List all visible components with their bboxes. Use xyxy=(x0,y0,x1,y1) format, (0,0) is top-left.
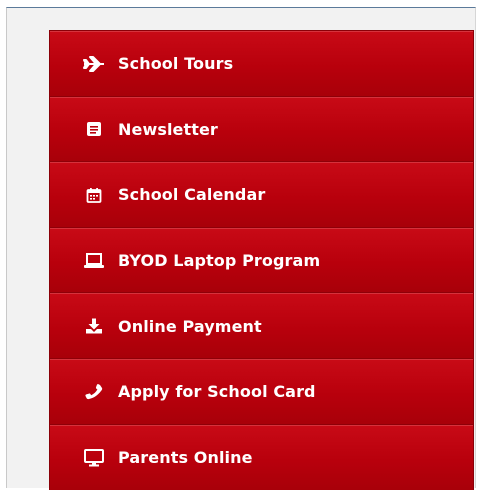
menu-item-label: Apply for School Card xyxy=(118,382,316,402)
menu-item-byod-laptop-program[interactable]: BYOD Laptop Program xyxy=(50,227,473,294)
menu-item-online-payment[interactable]: Online Payment xyxy=(50,293,473,359)
phone-icon xyxy=(82,383,106,401)
download-icon xyxy=(82,317,106,335)
calendar-icon xyxy=(82,186,106,204)
menu-item-label: Newsletter xyxy=(118,119,218,139)
menu-item-parents-online[interactable]: Parents Online xyxy=(50,424,473,491)
menu-item-newsletter[interactable]: Newsletter xyxy=(50,96,473,163)
menu-item-apply-for-school-card[interactable]: Apply for School Card xyxy=(50,358,473,425)
menu-item-label: BYOD Laptop Program xyxy=(118,251,321,271)
monitor-icon xyxy=(82,448,106,467)
menu-item-school-tours[interactable]: School Tours xyxy=(50,31,473,97)
quick-links-menu: School Tours Newsletter School Calendar … xyxy=(49,30,474,491)
menu-item-label: Online Payment xyxy=(118,316,262,336)
menu-item-school-calendar[interactable]: School Calendar xyxy=(50,162,473,228)
menu-item-label: Parents Online xyxy=(118,448,253,468)
laptop-icon xyxy=(82,252,106,270)
menu-panel: School Tours Newsletter School Calendar … xyxy=(6,7,476,491)
menu-item-label: School Tours xyxy=(118,54,234,74)
menu-item-label: School Calendar xyxy=(118,185,266,205)
airplane-icon xyxy=(82,55,106,73)
newspaper-icon xyxy=(82,120,106,138)
